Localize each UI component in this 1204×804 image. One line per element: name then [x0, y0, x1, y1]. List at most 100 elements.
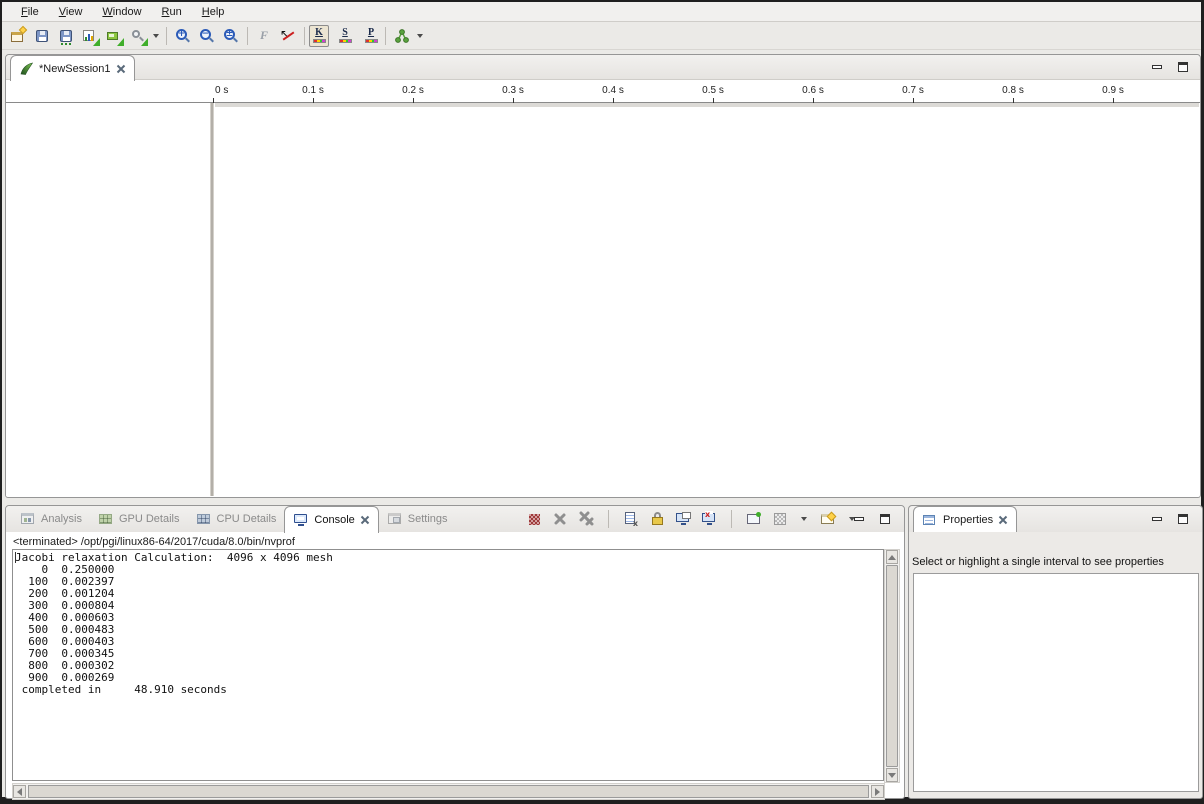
settings-icon	[387, 512, 403, 526]
kernel-icon: K	[315, 28, 323, 38]
properties-panel: Properties Select or highlight a single …	[908, 505, 1203, 799]
chevron-down-icon[interactable]	[153, 34, 159, 38]
clear-console-icon	[625, 512, 635, 524]
minimize-icon[interactable]	[854, 517, 864, 521]
close-icon[interactable]	[998, 515, 1008, 525]
screenshot-icon	[106, 28, 122, 44]
timeline-ruler: 0 s 0.1 s 0.2 s 0.3 s 0.4 s 0.5 s 0.6 s …	[6, 81, 1200, 103]
restore-zoom-button[interactable]: ±	[219, 24, 243, 48]
menu-bar: File View Window Run Help	[2, 2, 1201, 22]
session-tab-label: *NewSession1	[39, 63, 111, 75]
guided-analysis-button[interactable]	[390, 24, 414, 48]
remove-all-icon	[578, 511, 594, 527]
menu-window[interactable]: Window	[93, 4, 150, 20]
zoom-in-icon: +	[175, 28, 191, 44]
timeline-canvas[interactable]	[215, 103, 1199, 496]
terminate-icon	[529, 514, 540, 525]
editor-tab-strip	[6, 55, 1200, 80]
console-panel: Analysis GPU Details CPU Details Console…	[5, 505, 905, 799]
show-stdout-button[interactable]	[675, 511, 691, 527]
cpu-details-icon	[196, 512, 212, 526]
scroll-right-arrow[interactable]	[871, 785, 884, 798]
scroll-up-arrow[interactable]	[886, 550, 898, 564]
console-output-area[interactable]: Jacobi relaxation Calculation: 4096 x 40…	[12, 549, 884, 781]
close-icon[interactable]	[360, 515, 370, 525]
save-button[interactable]	[30, 24, 54, 48]
chevron-down-icon[interactable]	[801, 517, 807, 521]
toolbar-separator	[304, 27, 305, 45]
maximize-icon[interactable]	[1178, 62, 1188, 72]
gpu-details-icon	[98, 512, 114, 526]
ruler-ticks: 0 s 0.1 s 0.2 s 0.3 s 0.4 s 0.5 s 0.6 s …	[210, 81, 1200, 103]
pane-divider[interactable]	[210, 103, 214, 496]
properties-content-box	[913, 573, 1199, 792]
scroll-lock-icon	[649, 511, 665, 527]
reset-view-button[interactable]: ↖	[276, 24, 300, 48]
minimize-icon[interactable]	[1152, 517, 1162, 521]
tab-cpu-details[interactable]: CPU Details	[188, 506, 285, 532]
stdout-console-icon	[675, 511, 691, 527]
minimize-icon[interactable]	[1152, 65, 1162, 69]
remove-launch-button[interactable]	[552, 511, 568, 527]
profile-chart-icon	[82, 28, 98, 44]
text-cursor	[15, 552, 16, 563]
tab-analysis[interactable]: Analysis	[12, 506, 90, 532]
main-toolbar: + − ± F ↖ K S P	[2, 22, 1201, 50]
menu-view[interactable]: View	[50, 4, 92, 20]
session-icon	[19, 61, 34, 76]
goto-marker-button[interactable]: F	[252, 24, 276, 48]
run-search-button[interactable]	[126, 24, 150, 48]
zoom-out-icon: −	[199, 28, 215, 44]
new-session-icon	[10, 28, 26, 44]
remove-all-launches-button[interactable]	[578, 511, 594, 527]
properties-window-buttons	[1152, 514, 1188, 524]
display-selected-console-button[interactable]	[772, 511, 788, 527]
scrollbar-thumb[interactable]	[886, 565, 898, 767]
terminate-button[interactable]	[526, 511, 542, 527]
menu-file[interactable]: File	[12, 4, 48, 20]
show-stderr-button[interactable]	[701, 511, 717, 527]
maximize-icon[interactable]	[1178, 514, 1188, 524]
kernel-mode-button[interactable]: K	[309, 25, 329, 47]
maximize-icon[interactable]	[880, 514, 890, 524]
session-tab[interactable]: *NewSession1	[10, 55, 135, 81]
scroll-left-arrow[interactable]	[13, 785, 26, 798]
close-icon[interactable]	[116, 64, 126, 74]
console-vertical-scrollbar[interactable]	[884, 549, 900, 783]
open-console-icon	[820, 511, 836, 527]
remove-icon	[553, 512, 567, 526]
console-window-buttons	[854, 514, 890, 524]
marker-icon: F	[260, 28, 268, 43]
tab-properties[interactable]: Properties	[913, 506, 1017, 532]
timeline-row-labels-pane[interactable]	[6, 103, 210, 496]
zoom-out-button[interactable]: −	[195, 24, 219, 48]
new-session-button[interactable]	[6, 24, 30, 48]
profile-application-button[interactable]	[78, 24, 102, 48]
pin-console-icon	[746, 511, 762, 527]
toolbar-separator	[166, 27, 167, 45]
capture-screenshot-button[interactable]	[102, 24, 126, 48]
save-as-button[interactable]	[54, 24, 78, 48]
tab-console[interactable]: Console	[284, 506, 378, 533]
editor-window-buttons	[1152, 62, 1188, 72]
chevron-down-icon[interactable]	[417, 34, 423, 38]
tab-settings[interactable]: Settings	[379, 506, 456, 532]
menu-run[interactable]: Run	[153, 4, 191, 20]
open-console-button[interactable]	[820, 511, 836, 527]
save-as-icon	[58, 28, 74, 44]
reset-view-icon: ↖	[280, 28, 296, 44]
scroll-down-arrow[interactable]	[886, 768, 898, 782]
zoom-in-button[interactable]: +	[171, 24, 195, 48]
pin-console-button[interactable]	[746, 511, 762, 527]
console-toolbar	[526, 508, 858, 530]
toolbar-separator	[608, 510, 609, 528]
console-horizontal-scrollbar[interactable]	[12, 783, 885, 800]
stream-mode-button[interactable]: S	[335, 25, 355, 47]
process-mode-button[interactable]: P	[361, 25, 381, 47]
scrollbar-thumb[interactable]	[28, 785, 869, 798]
clear-console-button[interactable]	[623, 511, 639, 527]
menu-help[interactable]: Help	[193, 4, 234, 20]
process-icon: P	[368, 28, 374, 38]
scroll-lock-button[interactable]	[649, 511, 665, 527]
tab-gpu-details[interactable]: GPU Details	[90, 506, 188, 532]
